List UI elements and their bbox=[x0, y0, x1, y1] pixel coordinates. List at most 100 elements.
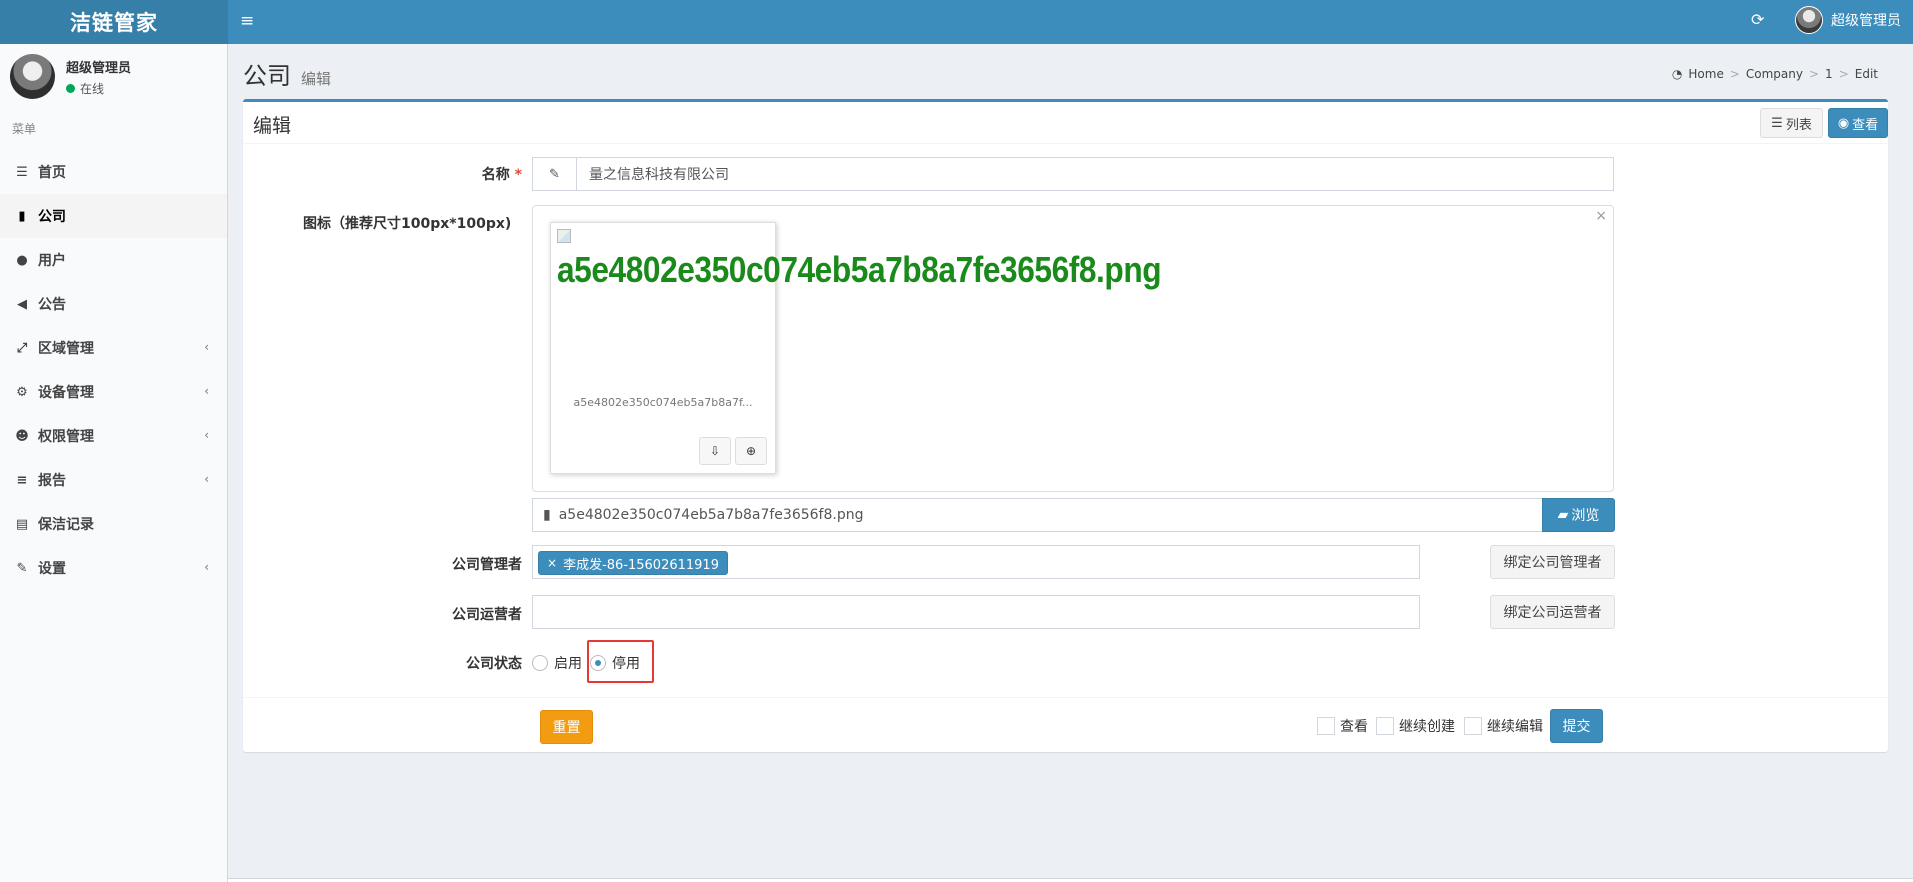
sidebar-item-label: 保洁记录 bbox=[38, 517, 94, 533]
sidebar-item-3[interactable]: ◀ 公告 bbox=[0, 282, 227, 326]
image-alt-text: a5e4802e350c074eb5a7b8a7fe3656f8.png bbox=[557, 249, 1162, 290]
wrench-icon: ✎ bbox=[16, 560, 28, 576]
breadcrumb-separator: > bbox=[1808, 67, 1820, 81]
chevron-left-icon: ‹ bbox=[204, 340, 209, 354]
breadcrumb: ◔ Home > Company > 1 > Edit bbox=[1672, 67, 1878, 81]
check-continue-create-label: 继续创建 bbox=[1399, 719, 1455, 735]
list-button[interactable]: ☰ 列表 bbox=[1760, 108, 1823, 138]
chevron-left-icon: ‹ bbox=[204, 560, 209, 574]
app-logo[interactable]: 洁链管家 bbox=[0, 0, 228, 44]
sidebar: 超级管理员 在线 菜单 ☰ 首页 ▮ 公司 ● 用户 ◀ 公告 ⤢ 区域管理 ‹ ⚙ 设备管理 ‹ ☻ 权限管… bbox=[0, 44, 228, 882]
chevron-left-icon: ‹ bbox=[204, 428, 209, 442]
name-label: 名称 * bbox=[462, 164, 522, 184]
menu-header: 菜单 bbox=[12, 122, 37, 136]
name-input[interactable]: 量之信息科技有限公司 bbox=[577, 158, 1613, 190]
list-button-label: 列表 bbox=[1785, 117, 1812, 133]
sidebar-item-label: 报告 bbox=[38, 473, 66, 489]
sidebar-menu: ☰ 首页 ▮ 公司 ● 用户 ◀ 公告 ⤢ 区域管理 ‹ ⚙ 设备管理 ‹ ☻ 权限管理 ‹ ≡ 报告 ‹ ▤ 保洁记录 ✎… bbox=[0, 150, 227, 590]
sidebar-item-9[interactable]: ✎ 设置 ‹ bbox=[0, 546, 227, 590]
status-radio-enable[interactable]: 启用 bbox=[532, 653, 582, 673]
manager-tag: × 李成发-86-15602611919 bbox=[538, 551, 728, 575]
view-button[interactable]: ◉ 查看 bbox=[1828, 108, 1888, 138]
edit-form-box: 编辑 ☰ 列表 ◉ 查看 名称 * ✎ 量之信息科技有限公司 图标（推荐尺寸10… bbox=[243, 99, 1888, 752]
check-continue-edit-label: 继续编辑 bbox=[1487, 719, 1543, 735]
bind-operator-button[interactable]: 绑定公司运营者 bbox=[1490, 595, 1615, 629]
box-footer: 重置 查看 继续创建 继续编辑 提交 bbox=[243, 697, 1888, 755]
tag-remove-icon[interactable]: × bbox=[547, 556, 557, 570]
zoom-icon: ⊕ bbox=[745, 444, 757, 458]
sidebar-item-7[interactable]: ≡ 报告 ‹ bbox=[0, 458, 227, 502]
reset-button[interactable]: 重置 bbox=[540, 710, 593, 744]
browse-button-label: 浏览 bbox=[1571, 508, 1600, 524]
menu-toggle-icon[interactable]: ≡ bbox=[240, 11, 254, 31]
chevron-left-icon: ‹ bbox=[204, 384, 209, 398]
refresh-icon[interactable]: ⟳ bbox=[1751, 10, 1764, 29]
gears-icon: ⚙ bbox=[16, 384, 28, 400]
users-icon: ☻ bbox=[15, 428, 29, 444]
manager-tag-label: 李成发-86-15602611919 bbox=[563, 557, 719, 573]
sidebar-item-1[interactable]: ▮ 公司 bbox=[0, 194, 227, 238]
book-icon: ▤ bbox=[15, 516, 29, 532]
thumbnail-caption: a5e4802e350c074eb5a7b8a7f... bbox=[573, 396, 753, 409]
manager-select[interactable]: × 李成发-86-15602611919 bbox=[532, 545, 1420, 579]
breadcrumb-separator: > bbox=[1729, 67, 1740, 81]
sidebar-item-4[interactable]: ⤢ 区域管理 ‹ bbox=[0, 326, 227, 370]
breadcrumb-edit: Edit bbox=[1854, 67, 1878, 81]
status-label: 公司状态 bbox=[466, 656, 522, 672]
file-caption[interactable]: ▮ a5e4802e350c074eb5a7b8a7fe3656f8.png bbox=[532, 498, 1544, 532]
avatar bbox=[1795, 6, 1823, 34]
user-icon: ● bbox=[16, 252, 28, 268]
view-button-label: 查看 bbox=[1852, 117, 1879, 133]
sidebar-item-0[interactable]: ☰ 首页 bbox=[0, 150, 227, 194]
eye-icon: ◉ bbox=[1837, 115, 1850, 131]
file-thumbnail: a5e4802e350c074eb5a7b8a7fe3656f8.png a5e… bbox=[550, 222, 1162, 474]
list-icon: ☰ bbox=[16, 164, 28, 180]
zoom-button[interactable]: ⊕ bbox=[735, 437, 767, 465]
download-button[interactable]: ⇩ bbox=[699, 437, 731, 465]
chevron-left-icon: ‹ bbox=[204, 472, 209, 486]
check-view[interactable]: 查看 bbox=[1317, 716, 1368, 736]
required-mark: * bbox=[514, 167, 522, 183]
sidebar-item-label: 设备管理 bbox=[38, 385, 94, 401]
breadcrumb-home[interactable]: Home bbox=[1688, 67, 1723, 81]
preview-close-icon[interactable]: × bbox=[1595, 208, 1607, 224]
operator-select[interactable] bbox=[532, 595, 1420, 629]
broken-image-icon bbox=[557, 229, 571, 243]
box-title: 编辑 bbox=[253, 115, 292, 137]
sidebar-item-5[interactable]: ⚙ 设备管理 ‹ bbox=[0, 370, 227, 414]
breadcrumb-id[interactable]: 1 bbox=[1825, 67, 1833, 81]
user-menu[interactable]: 超级管理员 bbox=[1795, 6, 1901, 34]
browse-button[interactable]: ▰ 浏览 bbox=[1542, 498, 1615, 532]
online-dot-icon bbox=[66, 84, 75, 93]
file-icon: ▮ bbox=[543, 507, 551, 523]
box-header: 编辑 ☰ 列表 ◉ 查看 bbox=[243, 102, 1888, 144]
dashboard-icon: ◔ bbox=[1671, 67, 1683, 81]
user-menu-name: 超级管理员 bbox=[1831, 13, 1901, 29]
radio-circle bbox=[532, 655, 548, 671]
sidebar-item-label: 首页 bbox=[38, 165, 66, 181]
sidebar-item-2[interactable]: ● 用户 bbox=[0, 238, 227, 282]
sidebar-item-label: 权限管理 bbox=[38, 429, 94, 445]
name-input-group: ✎ 量之信息科技有限公司 bbox=[532, 157, 1614, 191]
file-preview: × a5e4802e350c074eb5a7b8a7fe3656f8.png a… bbox=[532, 205, 1614, 492]
sidebar-item-8[interactable]: ▤ 保洁记录 bbox=[0, 502, 227, 546]
bars-icon: ≡ bbox=[16, 472, 28, 488]
user-status: 在线 bbox=[66, 80, 104, 97]
sidebar-item-label: 设置 bbox=[38, 561, 66, 577]
check-continue-create[interactable]: 继续创建 bbox=[1376, 716, 1455, 736]
submit-button[interactable]: 提交 bbox=[1550, 709, 1603, 743]
manager-label: 公司管理者 bbox=[452, 557, 522, 573]
checkbox bbox=[1317, 717, 1335, 735]
sidebar-item-6[interactable]: ☻ 权限管理 ‹ bbox=[0, 414, 227, 458]
name-label-text: 名称 bbox=[481, 167, 510, 183]
check-continue-edit[interactable]: 继续编辑 bbox=[1464, 716, 1543, 736]
list-icon: ☰ bbox=[1771, 115, 1783, 131]
selection-highlight bbox=[587, 640, 654, 683]
sidebar-item-label: 区域管理 bbox=[38, 341, 94, 357]
status-option-enable: 启用 bbox=[554, 656, 582, 672]
expand-arrows-icon: ⤢ bbox=[16, 340, 28, 356]
operator-label: 公司运营者 bbox=[452, 607, 522, 623]
bind-manager-button[interactable]: 绑定公司管理者 bbox=[1490, 545, 1615, 579]
user-status-text: 在线 bbox=[80, 82, 105, 96]
breadcrumb-company[interactable]: Company bbox=[1746, 67, 1803, 81]
